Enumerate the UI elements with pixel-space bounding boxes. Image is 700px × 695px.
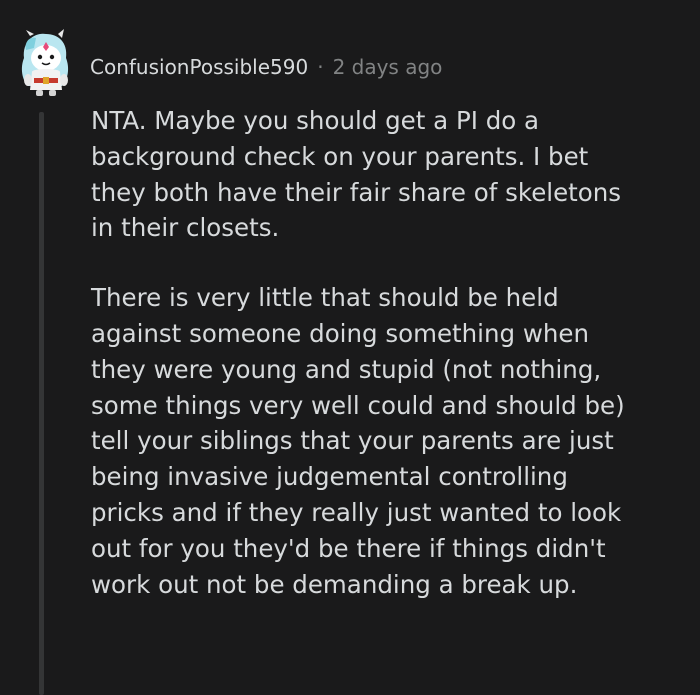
meta-separator: · bbox=[317, 55, 324, 79]
comment: ConfusionPossible590 · 2 days ago NTA. M… bbox=[0, 0, 700, 695]
comment-body: NTA. Maybe you should get a PI do a back… bbox=[91, 103, 686, 602]
author-username[interactable]: ConfusionPossible590 bbox=[90, 55, 308, 79]
comment-paragraph: NTA. Maybe you should get a PI do a back… bbox=[91, 106, 622, 243]
comment-meta: ConfusionPossible590 · 2 days ago bbox=[90, 50, 442, 84]
snoo-avatar-icon[interactable] bbox=[14, 28, 76, 98]
comment-paragraph: There is very little that should be held… bbox=[91, 283, 625, 599]
comment-timestamp[interactable]: 2 days ago bbox=[333, 55, 443, 79]
thread-collapse-line[interactable] bbox=[39, 112, 44, 695]
